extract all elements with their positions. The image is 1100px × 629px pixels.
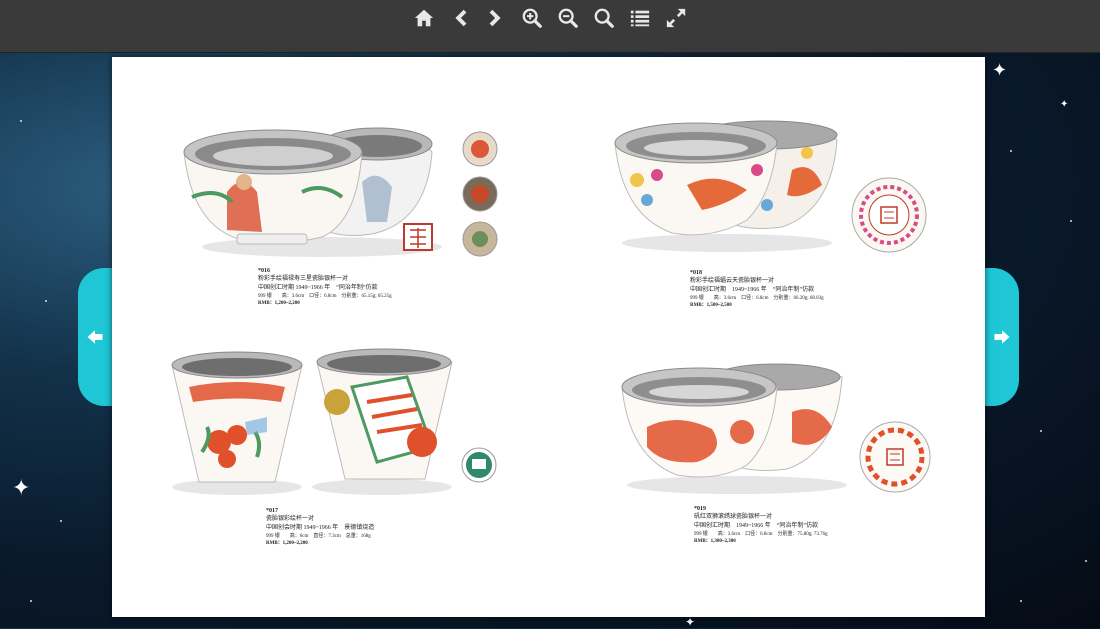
viewer-toolbar <box>0 0 1100 53</box>
arrow-right-icon <box>994 330 1010 344</box>
lot-estimate: RMB：1,200~2,200 <box>258 301 300 306</box>
lot-title: 粉彩手绘福蝠云天瓷胎银杯一对 <box>690 278 775 284</box>
zoom-in-button[interactable] <box>517 5 547 31</box>
lot-period: 中国创会时期 1949~1966 年 景德镇烧造 <box>266 525 375 531</box>
zoom-out-button[interactable] <box>553 5 583 31</box>
lot-018-caption: *018 粉彩手绘福蝠云天瓷胎银杯一对 中国创汇时期 1949~1966 年 “… <box>690 269 824 309</box>
lot-specs: 999 银 高：3.6cm 口径：6.8cm 分别重：66.20g; 68.03… <box>690 296 824 301</box>
lot-title: 瓷胎银彩绘杯一对 <box>266 516 315 522</box>
home-icon <box>414 9 434 27</box>
previous-page-button[interactable] <box>445 5 475 31</box>
lot-016-caption: *016 粉彩手绘福禄寿三星瓷胎银杯一对 中国创汇时期 1949~1966 年 … <box>258 267 392 307</box>
lot-estimate: RMB：1,300~2,300 <box>694 539 736 544</box>
previous-page-tab[interactable] <box>78 268 112 406</box>
home-button[interactable] <box>409 5 439 31</box>
lot-number: *018 <box>690 270 702 276</box>
lot-specs: 999 银 高：6cm 直径：7.3cm 总重：168g <box>266 534 371 539</box>
next-page-tab[interactable] <box>985 268 1019 406</box>
lot-017-photo <box>171 348 497 495</box>
lot-period: 中国创汇时期 1949~1966 年 “同治年制”仿款 <box>694 523 819 529</box>
list-icon <box>630 10 650 27</box>
lot-number: *017 <box>266 508 278 514</box>
lot-specs: 999 银 高：3.6cm 口径：6.8cm 分别重：65.15g; 65.25… <box>258 294 392 299</box>
search-button[interactable] <box>589 5 619 31</box>
catalog-spread: *016 粉彩手绘福禄寿三星瓷胎银杯一对 中国创汇时期 1949~1966 年 … <box>112 57 985 617</box>
lot-estimate: RMB：1,500~2,500 <box>690 303 732 308</box>
lot-number: *016 <box>258 268 270 274</box>
zoom-out-icon <box>558 8 578 28</box>
lot-018-photo <box>614 120 927 253</box>
chevron-left-icon <box>455 9 467 27</box>
lot-title: 粉彩手绘福禄寿三星瓷胎银杯一对 <box>258 276 349 282</box>
chevron-right-icon <box>489 9 501 27</box>
fullscreen-button[interactable] <box>661 5 691 31</box>
lot-017-caption: *017 瓷胎银彩绘杯一对 中国创会时期 1949~1966 年 景德镇烧造 9… <box>266 507 374 547</box>
lot-period: 中国创汇时期 1949~1966 年 “同治年制”仿款 <box>690 287 815 293</box>
lot-016-photo <box>183 127 498 257</box>
search-icon <box>594 8 614 28</box>
arrow-left-icon <box>87 330 103 344</box>
fullscreen-icon <box>666 8 686 28</box>
next-page-button[interactable] <box>481 5 511 31</box>
lot-number: *019 <box>694 506 706 512</box>
lot-specs: 999 银 高：3.6cm 口径：6.8cm 分别重：75.80g; 73.76… <box>694 532 828 537</box>
lot-title: 矾红双狮滚绣球瓷胎银杯一对 <box>694 514 773 520</box>
lot-019-caption: *019 矾红双狮滚绣球瓷胎银杯一对 中国创汇时期 1949~1966 年 “同… <box>694 505 828 545</box>
lot-estimate: RMB：1,200~2,200 <box>266 541 308 546</box>
table-of-contents-button[interactable] <box>625 5 655 31</box>
zoom-in-icon <box>522 8 542 28</box>
lot-period: 中国创汇时期 1949~1966 年 “同治年制”仿款 <box>258 285 378 291</box>
lot-019-photo <box>621 363 931 494</box>
